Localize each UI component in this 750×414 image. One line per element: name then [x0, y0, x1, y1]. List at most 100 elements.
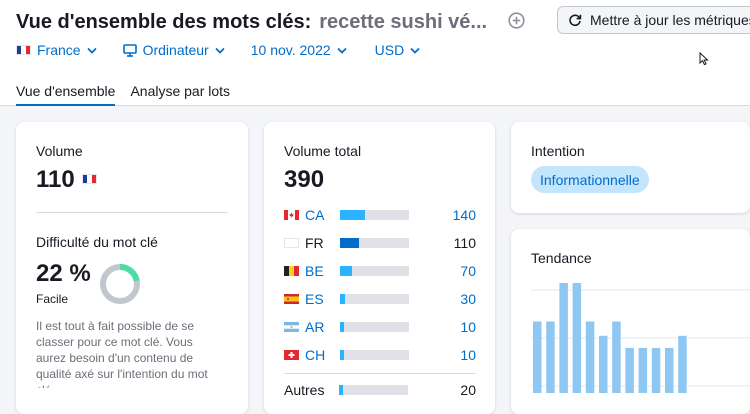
- card-divider: [284, 373, 476, 374]
- intent-badge[interactable]: Informationnelle: [531, 166, 649, 193]
- intent-card: Intention Informationnelle: [511, 122, 750, 213]
- device-label: Ordinateur: [142, 42, 209, 58]
- chevron-down-icon: [86, 47, 97, 54]
- country-volume[interactable]: 30: [460, 291, 476, 307]
- canada-flag-icon: [284, 210, 299, 220]
- share-bar-track: [339, 385, 408, 395]
- device-selector[interactable]: Ordinateur: [122, 42, 225, 58]
- currency-label: USD: [374, 42, 405, 58]
- share-bar-track: [340, 350, 409, 360]
- update-metrics-label: Mettre à jour les métriques: [590, 12, 750, 28]
- country-code: ES: [305, 291, 324, 307]
- others-volume: 20: [460, 382, 476, 398]
- share-bar-fill: [339, 385, 343, 395]
- trend-card: Tendance: [511, 229, 750, 414]
- card-divider: [36, 212, 228, 213]
- date-label: 10 nov. 2022: [250, 42, 331, 58]
- difficulty-level-text: Facile: [36, 292, 69, 306]
- country-code: CH: [305, 347, 326, 363]
- country-label: France: [37, 42, 81, 58]
- total-volume-value: 390: [284, 166, 325, 193]
- share-bar-fill: [340, 294, 345, 304]
- country-code: CA: [305, 207, 325, 223]
- country-row-es[interactable]: ES 30: [284, 291, 476, 307]
- share-bar-fill: [340, 238, 359, 248]
- trend-bar[interactable]: [612, 321, 621, 394]
- share-bar-fill: [340, 350, 344, 360]
- chevron-down-icon: [410, 47, 420, 54]
- mouse-cursor-icon: [699, 52, 709, 66]
- update-metrics-button[interactable]: Mettre à jour les métriques: [557, 6, 750, 34]
- country-volume: 110: [453, 235, 476, 251]
- trend-bar[interactable]: [665, 347, 674, 393]
- country-row-ca[interactable]: CA 140: [284, 207, 476, 223]
- trend-bar[interactable]: [585, 321, 595, 394]
- country-row-others: Autres 20: [284, 382, 476, 398]
- switzerland-flag-icon: [284, 350, 299, 360]
- volume-label: Volume: [36, 143, 83, 159]
- country-code: FR: [305, 235, 324, 251]
- trend-bar[interactable]: [559, 283, 568, 393]
- page-title: Vue d'ensemble des mots clés: recette su…: [16, 8, 487, 36]
- trend-bar[interactable]: [651, 347, 661, 393]
- country-row-ch[interactable]: CH 10: [284, 347, 476, 363]
- description-fade: [16, 388, 248, 414]
- volume-value: 110: [36, 166, 75, 193]
- france-flag-icon: [16, 45, 31, 55]
- difficulty-description: Il est tout à fait possible de se classe…: [36, 319, 208, 397]
- keyword-text[interactable]: recette sushi vé...: [319, 11, 487, 34]
- others-label: Autres: [284, 382, 325, 398]
- add-circle-icon[interactable]: [508, 12, 525, 29]
- country-volume[interactable]: 10: [460, 319, 476, 335]
- intent-label: Intention: [531, 143, 585, 159]
- spain-flag-icon: [284, 294, 299, 304]
- belgium-flag-icon: [284, 266, 299, 276]
- trend-bar[interactable]: [533, 321, 542, 394]
- trend-bar[interactable]: [572, 283, 582, 393]
- country-code: BE: [305, 263, 324, 279]
- filters-bar: France Ordinateur 10 nov. 2022 USD: [16, 40, 420, 60]
- share-bar-track: [340, 266, 409, 276]
- tab-bar: Vue d'ensemble Analyse par lots: [16, 80, 245, 106]
- trend-bar[interactable]: [678, 335, 687, 393]
- trend-bar[interactable]: [599, 335, 608, 393]
- share-bar-track: [340, 322, 409, 332]
- country-row-fr[interactable]: FR 110: [284, 235, 476, 251]
- france-flag-icon: [82, 174, 97, 184]
- chevron-down-icon: [215, 47, 225, 54]
- share-bar-fill: [340, 322, 344, 332]
- date-selector[interactable]: 10 nov. 2022: [251, 42, 347, 58]
- country-row-ar[interactable]: AR 10: [284, 319, 476, 335]
- france-flag-icon: [284, 238, 299, 248]
- share-bar-fill: [340, 266, 352, 276]
- tab-overview[interactable]: Vue d'ensemble: [16, 80, 116, 106]
- country-volume[interactable]: 70: [460, 263, 476, 279]
- country-volume[interactable]: 140: [453, 207, 476, 223]
- page-header: Vue d'ensemble des mots clés: recette su…: [0, 0, 750, 106]
- desktop-icon: [122, 43, 137, 57]
- country-row-be[interactable]: BE 70: [284, 263, 476, 279]
- trend-bar[interactable]: [625, 347, 634, 393]
- difficulty-label: Difficulté du mot clé: [36, 234, 158, 250]
- title-text: Vue d'ensemble des mots clés:: [16, 10, 312, 33]
- country-code: AR: [305, 319, 325, 335]
- country-selector[interactable]: France: [16, 42, 97, 58]
- chevron-down-icon: [337, 47, 347, 54]
- refresh-icon: [569, 14, 582, 27]
- trend-bar[interactable]: [546, 321, 555, 394]
- share-bar-track: [340, 294, 409, 304]
- difficulty-donut: [100, 264, 140, 304]
- volume-card: Volume 110 Difficulté du mot clé 22 % Fa…: [16, 122, 248, 414]
- total-volume-label: Volume total: [284, 143, 362, 159]
- trend-chart: [531, 283, 750, 394]
- share-bar-track: [340, 210, 409, 220]
- trend-label: Tendance: [531, 250, 592, 266]
- share-bar-fill: [340, 210, 365, 220]
- country-volume[interactable]: 10: [460, 347, 476, 363]
- trend-bar[interactable]: [638, 347, 648, 393]
- argentina-flag-icon: [284, 322, 299, 332]
- tab-batch-analysis[interactable]: Analyse par lots: [130, 80, 230, 106]
- share-bar-track: [340, 238, 409, 248]
- total-volume-card: Volume total 390 CA 140 FR 110 BE 70 ES …: [264, 122, 495, 414]
- currency-selector[interactable]: USD: [375, 42, 421, 58]
